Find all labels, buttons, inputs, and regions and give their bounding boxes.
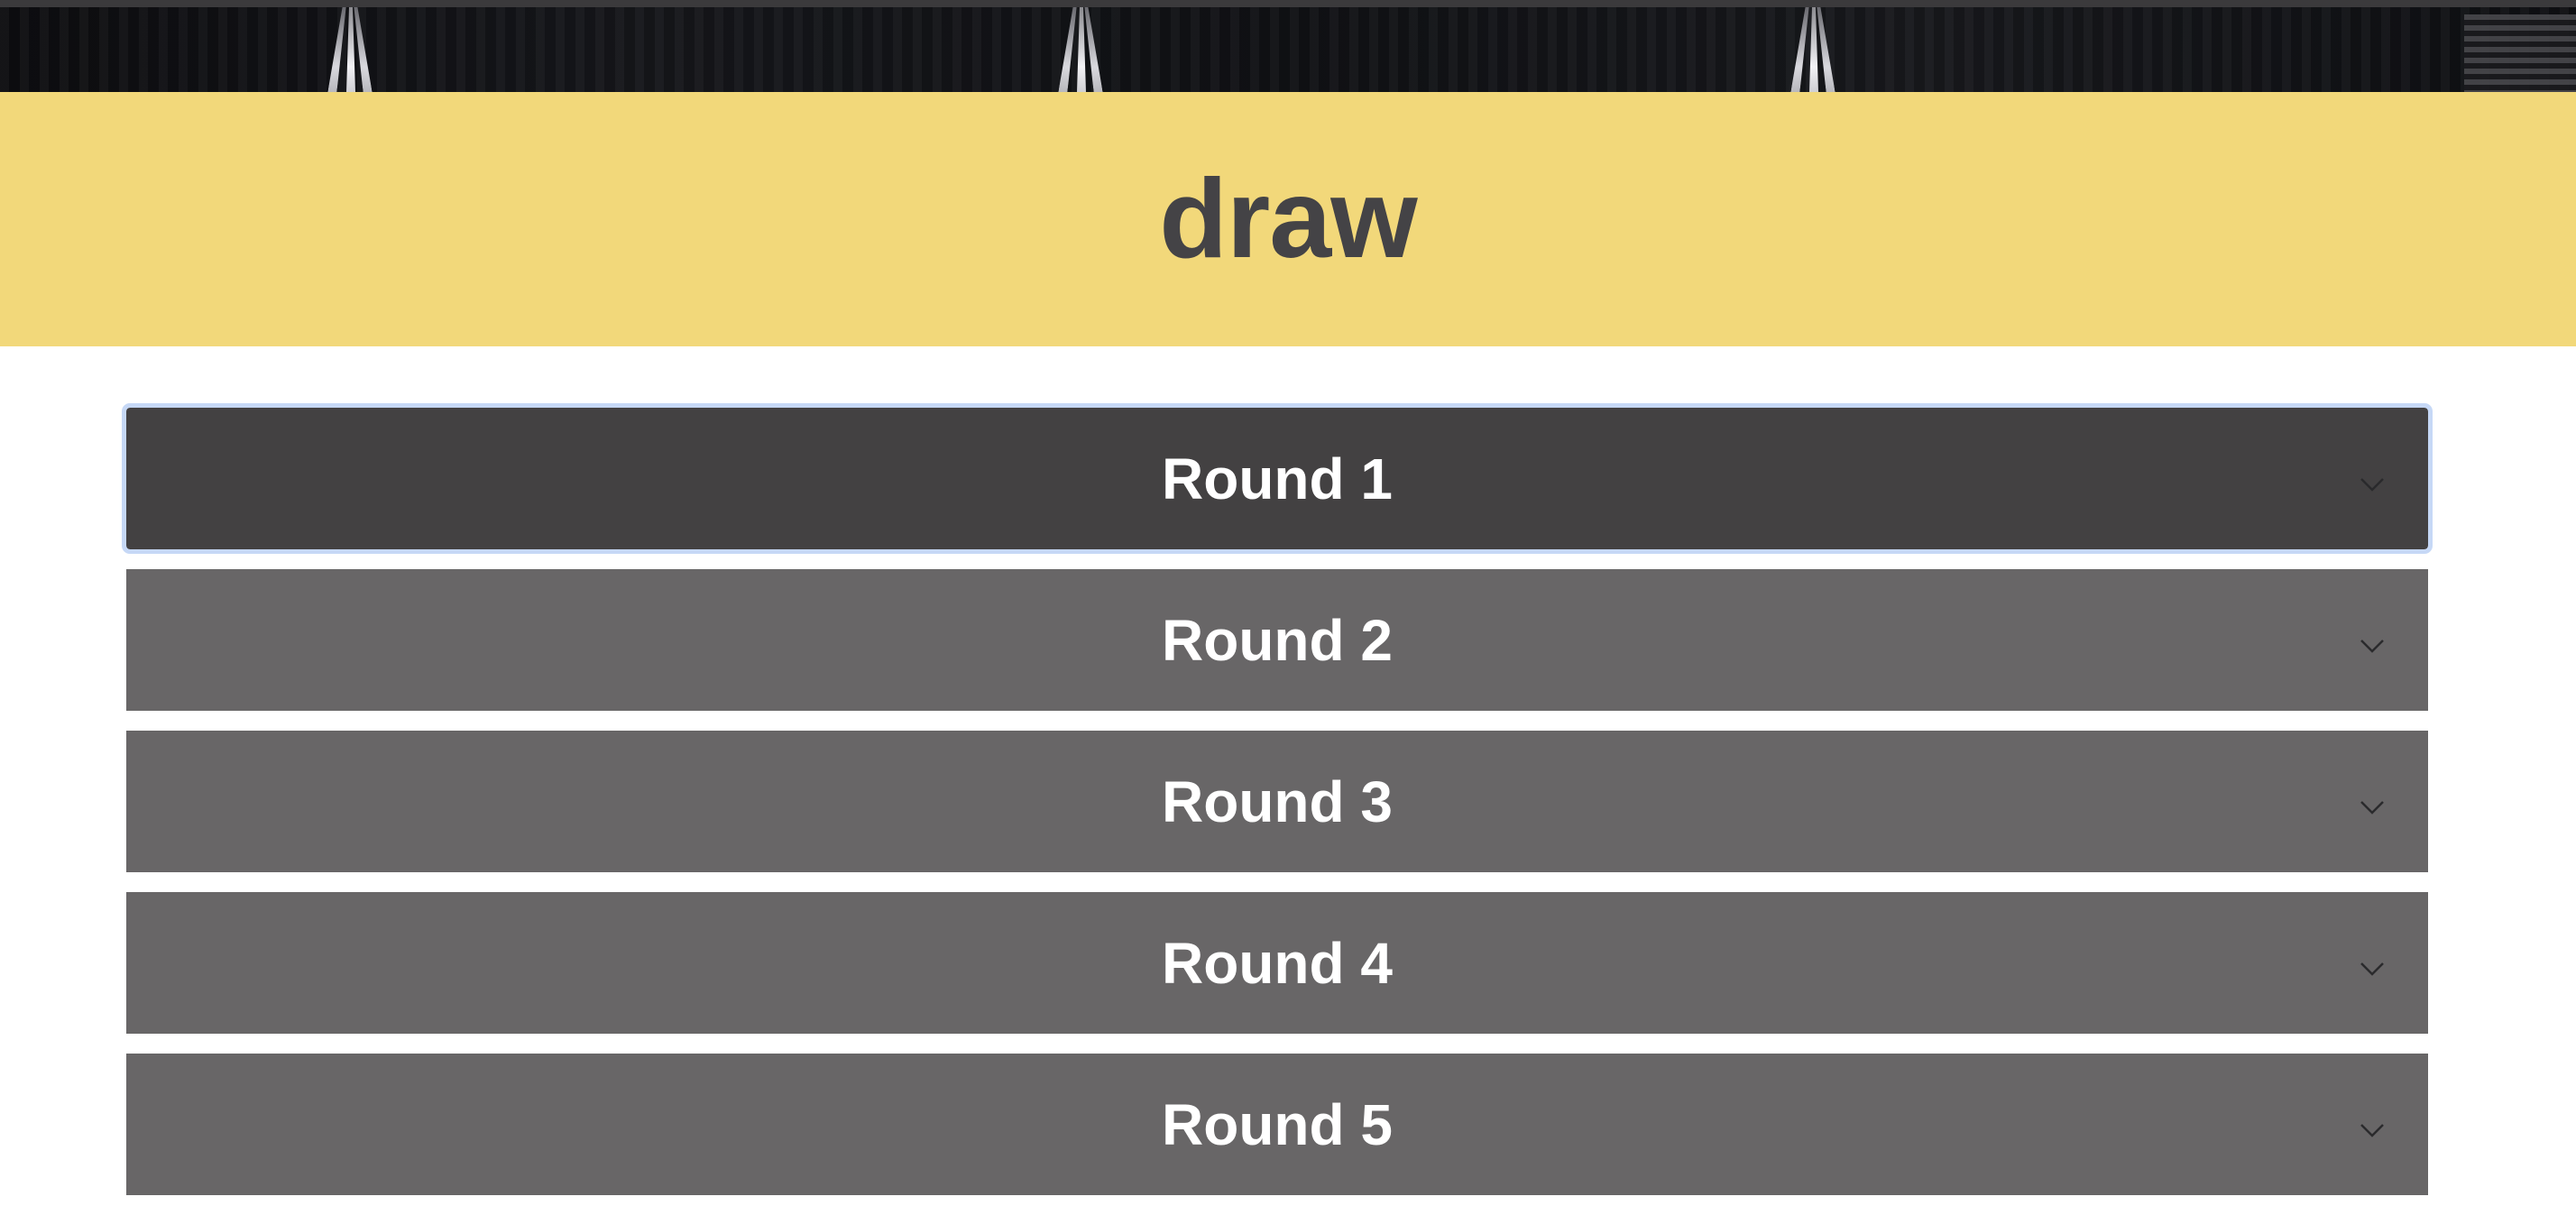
curtain-texture xyxy=(0,7,2576,92)
hero-image xyxy=(0,7,2576,92)
round-label: Round 1 xyxy=(1162,446,1393,511)
round-4-header[interactable]: Round 4 xyxy=(126,892,2428,1034)
round-label: Round 3 xyxy=(1162,769,1393,834)
round-2-header[interactable]: Round 2 xyxy=(126,569,2428,711)
flag-center xyxy=(1063,7,1099,92)
chevron-down-icon xyxy=(2360,477,2384,492)
title-banner: draw xyxy=(0,92,2576,346)
chevron-down-icon xyxy=(2360,962,2384,976)
round-5-header[interactable]: Round 5 xyxy=(126,1054,2428,1195)
chevron-down-icon xyxy=(2360,800,2384,815)
round-3-header[interactable]: Round 3 xyxy=(126,731,2428,872)
page-title: draw xyxy=(1159,157,1417,281)
top-strip xyxy=(0,0,2576,7)
round-label: Round 5 xyxy=(1162,1091,1393,1157)
stand-graphic xyxy=(2464,14,2576,92)
flag-right xyxy=(1795,7,1831,92)
round-1-header[interactable]: Round 1 xyxy=(122,403,2433,554)
flag-left xyxy=(332,7,368,92)
round-label: Round 2 xyxy=(1162,607,1393,673)
round-label: Round 4 xyxy=(1162,930,1393,996)
rounds-accordion: Round 1 Round 2 Round 3 Round 4 Round 5 xyxy=(122,403,2433,1215)
chevron-down-icon xyxy=(2360,1123,2384,1137)
chevron-down-icon xyxy=(2360,639,2384,653)
